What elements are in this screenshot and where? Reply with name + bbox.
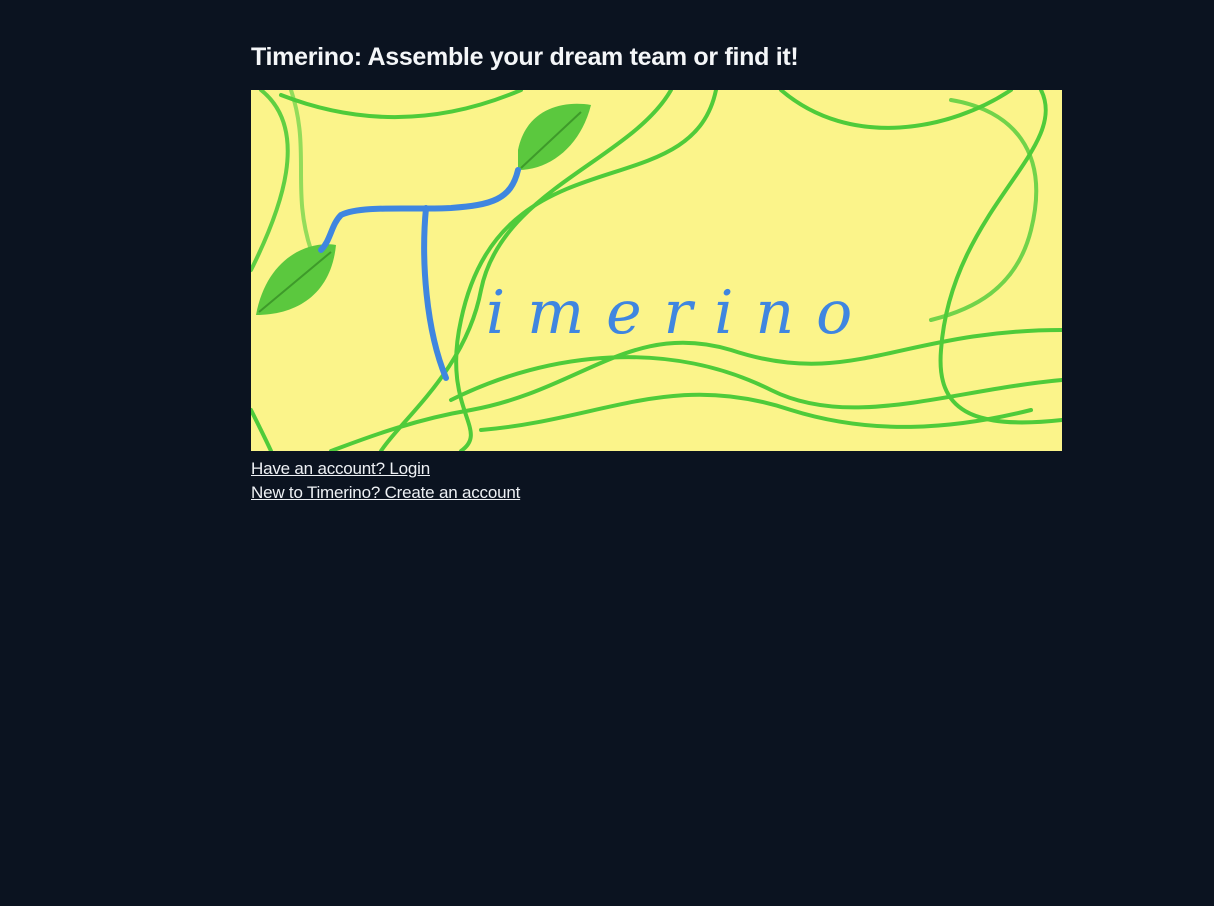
create-account-link[interactable]: New to Timerino? Create an account xyxy=(251,481,520,505)
login-link[interactable]: Have an account? Login xyxy=(251,457,520,481)
leaf-icon xyxy=(518,103,591,170)
leaf-icon xyxy=(256,244,336,315)
timerino-banner-image: imerino xyxy=(251,90,1062,451)
page-title: Timerino: Assemble your dream team or fi… xyxy=(251,43,799,71)
auth-links: Have an account? Login New to Timerino? … xyxy=(251,457,520,505)
vine-decoration xyxy=(251,90,1062,451)
logo-text: imerino xyxy=(486,278,874,348)
